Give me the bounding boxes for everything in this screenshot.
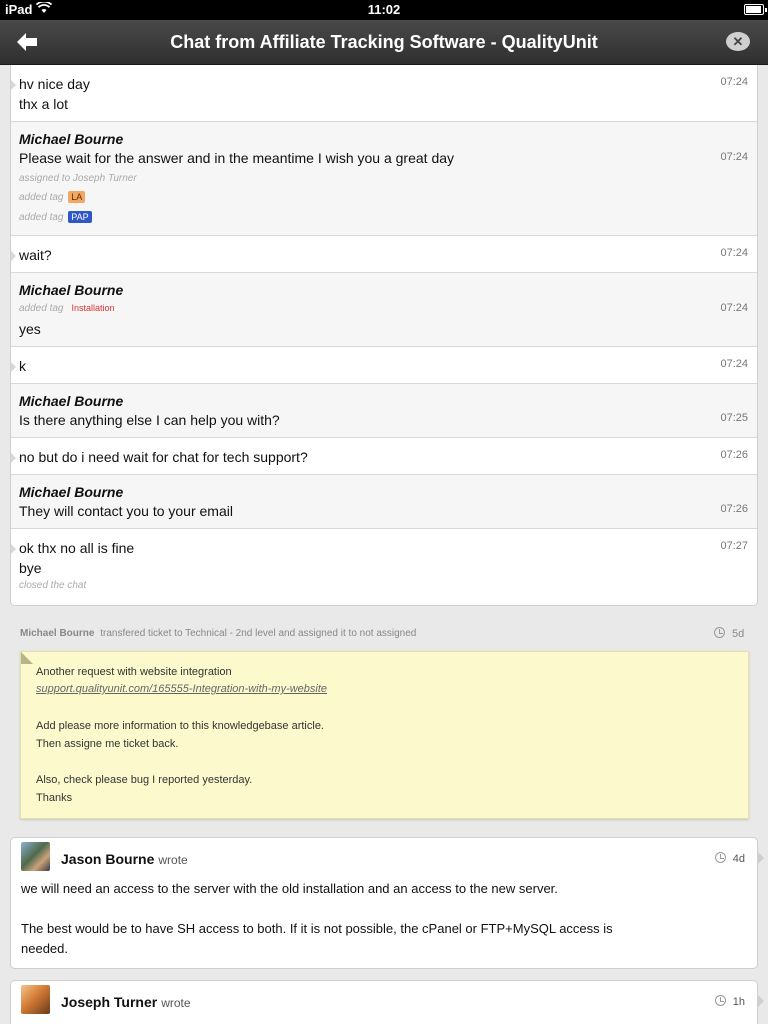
- close-bubble-icon[interactable]: ✕: [726, 32, 750, 51]
- clock-icon: [714, 852, 726, 863]
- note-link[interactable]: support.qualityunit.com/165555-Integrati…: [36, 683, 327, 695]
- reply-card: Jason Bourne wrote 4d we will need an acc…: [10, 837, 764, 969]
- chat-message-agent: Michael Bourne added tag Installation 07:…: [11, 273, 757, 347]
- reply-text: we will need an access to the server wit…: [21, 881, 558, 896]
- avatar: [21, 842, 50, 871]
- message-text: no but do i need wait for chat for tech …: [19, 449, 308, 465]
- reply-author-name: Joseph Turner: [61, 994, 158, 1010]
- reply-card: Joseph Turner wrote 1h: [10, 980, 764, 1024]
- message-text: ok thx no all is fine: [19, 540, 135, 556]
- chat-message-visitor: no but do i need wait for chat for tech …: [11, 438, 757, 475]
- reply-time: 4d: [714, 852, 745, 865]
- internal-note: Another request with website integration…: [20, 651, 749, 819]
- transfer-author: Michael Bourne: [20, 628, 95, 639]
- chat-message-visitor: wait? 07:24: [11, 236, 757, 273]
- message-text: Please wait for the answer and in the me…: [19, 150, 455, 166]
- note-line: Then assigne me ticket back.: [36, 738, 179, 750]
- clock-icon: [714, 627, 725, 638]
- tag-note: added tag Installation: [19, 302, 118, 314]
- tag-badge-pap: PAP: [68, 211, 92, 223]
- tag-badge-installation: Installation: [71, 303, 115, 313]
- tag-note: added tag PAP: [19, 211, 92, 223]
- note-line: Another request with website integration: [36, 666, 232, 678]
- message-time: 07:24: [720, 76, 748, 88]
- message-text: hv nice day: [19, 76, 90, 92]
- transfer-time-value: 5d: [732, 628, 745, 640]
- message-time: 07:25: [720, 412, 748, 424]
- message-time: 07:24: [720, 151, 748, 163]
- message-text: bye: [19, 560, 42, 576]
- reply-wrote-label: wrote: [158, 853, 188, 867]
- chat-message-visitor: ok thx no all is fine bye 07:27 closed t…: [11, 529, 757, 605]
- transfer-text: transfered ticket to Technical - 2nd lev…: [100, 628, 417, 639]
- reply-time: 1h: [714, 995, 745, 1008]
- note-line: Add please more information to this know…: [36, 720, 324, 732]
- reply-time-value: 4d: [732, 853, 745, 865]
- chat-message-visitor: k 07:24: [11, 347, 757, 384]
- reply-author: Jason Bourne wrote: [61, 851, 188, 867]
- message-author: Michael Bourne: [19, 484, 124, 500]
- reply-text: needed.: [21, 941, 68, 956]
- page-title: Chat from Affiliate Tracking Software - …: [170, 32, 598, 52]
- tag-note: added tag LA: [19, 191, 86, 203]
- transfer-event: Michael Bourne transfered ticket to Tech…: [20, 628, 416, 639]
- chat-message-agent: Michael Bourne They will contact you to …: [11, 475, 757, 529]
- note-line: Also, check please bug I reported yester…: [36, 774, 253, 786]
- navigation-bar: Chat from Affiliate Tracking Software - …: [0, 20, 768, 65]
- message-time: 07:27: [720, 540, 748, 552]
- message-text: wait?: [19, 247, 52, 263]
- message-text: They will contact you to your email: [19, 503, 233, 519]
- transfer-time: 5d: [714, 627, 744, 640]
- reply-author-name: Jason Bourne: [61, 851, 155, 867]
- message-time: 07:24: [720, 358, 748, 370]
- status-bar: iPad 11:02: [0, 0, 768, 20]
- reply-time-value: 1h: [732, 996, 745, 1008]
- message-text: thx a lot: [19, 96, 69, 112]
- message-time: 07:26: [720, 503, 748, 515]
- chat-message-agent: Michael Bourne Please wait for the answe…: [11, 122, 757, 236]
- chat-message-visitor: hv nice day thx a lot 07:24: [11, 65, 757, 122]
- message-author: Michael Bourne: [19, 393, 124, 409]
- chat-closed-note: closed the chat: [19, 580, 87, 591]
- message-time: 07:24: [720, 247, 748, 259]
- note-line: Thanks: [36, 792, 73, 804]
- clock-icon: [714, 995, 726, 1006]
- message-time: 07:26: [720, 449, 748, 461]
- note-corner-icon: [21, 652, 33, 664]
- message-author: Michael Bourne: [19, 282, 124, 298]
- reply-author: Joseph Turner wrote: [61, 994, 191, 1010]
- battery-icon: [744, 4, 767, 15]
- chat-transcript: hv nice day thx a lot 07:24 Michael Bour…: [10, 65, 758, 606]
- tag-badge-la: LA: [68, 191, 86, 203]
- message-text: yes: [19, 321, 41, 337]
- tag-note-label: added tag: [19, 303, 64, 314]
- clock-time: 11:02: [367, 2, 401, 17]
- tag-note-label: added tag: [19, 192, 64, 203]
- reply-text: The best would be to have SH access to b…: [21, 921, 613, 936]
- message-author: Michael Bourne: [19, 131, 124, 147]
- tag-note-label: added tag: [19, 212, 64, 223]
- reply-wrote-label: wrote: [161, 996, 191, 1010]
- assignment-note: assigned to Joseph Turner: [19, 173, 137, 184]
- message-text: Is there anything else I can help you wi…: [19, 412, 280, 428]
- chat-message-agent: Michael Bourne Is there anything else I …: [11, 384, 757, 438]
- message-time: 07:24: [720, 302, 748, 314]
- avatar: [21, 985, 50, 1014]
- message-text: k: [19, 358, 26, 374]
